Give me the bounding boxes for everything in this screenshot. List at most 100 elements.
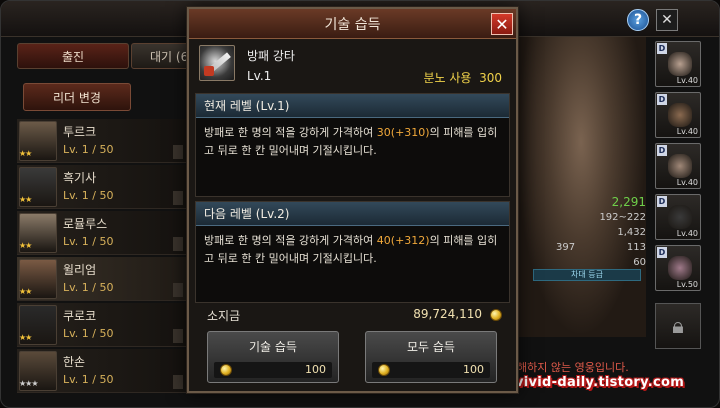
hero-stars: ★★ bbox=[19, 149, 32, 158]
hero-slot bbox=[173, 145, 183, 159]
equipment-slot[interactable]: D Lv.50 bbox=[655, 245, 701, 291]
close-icon: ✕ bbox=[495, 14, 509, 34]
stat-def-right: 113 bbox=[626, 242, 646, 253]
hero-stars: ★★ bbox=[19, 241, 32, 250]
hero-name: 흑기사 bbox=[63, 171, 97, 185]
gold-coin-icon bbox=[490, 309, 502, 321]
equipment-icon bbox=[668, 154, 692, 178]
hero-stars: ★★ bbox=[19, 195, 32, 204]
help-button[interactable]: ? bbox=[627, 9, 649, 31]
equipment-slot[interactable]: D Lv.40 bbox=[655, 92, 701, 138]
hero-slot bbox=[173, 329, 183, 343]
equipment-slot[interactable]: D Lv.40 bbox=[655, 143, 701, 189]
tab-sortie[interactable]: 출진 bbox=[17, 43, 129, 69]
rage-label: 분노 사용 bbox=[423, 71, 472, 85]
gold-label: 소지금 bbox=[207, 309, 241, 323]
notice-text: 해하지 않는 영웅입니다. bbox=[517, 361, 629, 374]
watermark: vivid-daily.tistory.com bbox=[515, 375, 685, 390]
hero-name: 투르크 bbox=[63, 125, 97, 139]
next-level-section: 다음 레벨 (Lv.2) 방패로 한 명의 적을 강하게 가격하여 40(+31… bbox=[195, 201, 510, 303]
hero-name: 윌리엄 bbox=[63, 263, 97, 277]
tab-wait[interactable]: 대기 (6 bbox=[131, 43, 193, 69]
dialog-title: 기술 습득 bbox=[189, 9, 516, 39]
desc-damage: 30(+310) bbox=[376, 126, 430, 139]
stat-attack: 192~222 bbox=[599, 212, 646, 223]
hero-list-item[interactable]: ★★ 투르크 Lv. 1 / 50 bbox=[17, 119, 189, 163]
hero-level: Lv. 1 / 50 bbox=[63, 373, 114, 386]
grade-bar: 차대 등급 bbox=[533, 269, 641, 281]
hero-name: 쿠로코 bbox=[63, 309, 97, 323]
skill-learn-dialog: 기술 습득 ✕ 방패 강타 Lv.1 분노 사용 300 현재 레벨 (Lv.1… bbox=[187, 7, 518, 393]
stat-def-left: 397 bbox=[556, 242, 576, 253]
hero-level: Lv. 1 / 50 bbox=[63, 189, 114, 202]
hero-level: Lv. 1 / 50 bbox=[63, 235, 114, 248]
hero-list-item[interactable]: ★★★ 한손 Lv. 1 / 50 bbox=[17, 349, 189, 393]
hero-stars: ★★ bbox=[19, 287, 32, 296]
equipment-icon bbox=[668, 103, 692, 127]
current-level-section: 현재 레벨 (Lv.1) 방패로 한 명의 적을 강하게 가격하여 30(+31… bbox=[195, 93, 510, 197]
current-level-header: 현재 레벨 (Lv.1) bbox=[196, 94, 509, 118]
desc-text: 방패로 한 명의 적을 강하게 가격하여 bbox=[204, 234, 377, 247]
hero-name: 한손 bbox=[63, 355, 86, 369]
hero-list-item[interactable]: ★★ 로뮬루스 Lv. 1 / 50 bbox=[17, 211, 189, 255]
stat-hp: 1,432 bbox=[617, 227, 646, 238]
desc-text: 방패로 한 명의 적을 강하게 가격하여 bbox=[204, 126, 377, 139]
shield-bash-skill-icon bbox=[199, 45, 235, 81]
hero-name: 로뮬루스 bbox=[63, 217, 108, 231]
lock-icon: 🔒︎ bbox=[672, 313, 684, 339]
learn-skill-label: 기술 습득 bbox=[249, 340, 297, 354]
hero-level: Lv. 1 / 50 bbox=[63, 327, 114, 340]
hero-slot bbox=[173, 237, 183, 251]
screen-close-button[interactable]: ✕ bbox=[656, 9, 678, 31]
learn-skill-button[interactable]: 기술 습득 100 bbox=[207, 331, 339, 383]
help-icon: ? bbox=[633, 12, 643, 28]
equipment-icon bbox=[668, 52, 692, 76]
desc-damage: 40(+312) bbox=[376, 234, 430, 247]
hero-list-item[interactable]: ★★ 쿠로코 Lv. 1 / 50 bbox=[17, 303, 189, 347]
next-level-header: 다음 레벨 (Lv.2) bbox=[196, 202, 509, 226]
hero-stars: ★★ bbox=[19, 333, 32, 342]
grade-badge: D bbox=[657, 247, 667, 258]
hero-slot bbox=[173, 283, 183, 297]
equipment-level: Lv.40 bbox=[676, 178, 698, 187]
equipment-slot[interactable]: D Lv.40 bbox=[655, 194, 701, 240]
equipment-slot[interactable]: D Lv.40 bbox=[655, 41, 701, 87]
stat-speed: 60 bbox=[633, 257, 646, 268]
hero-list-item[interactable]: ★★ 흑기사 Lv. 1 / 50 bbox=[17, 165, 189, 209]
equipment-level: Lv.40 bbox=[676, 76, 698, 85]
gold-coin-icon bbox=[220, 364, 232, 376]
dialog-close-button[interactable]: ✕ bbox=[491, 13, 513, 35]
current-level-description: 방패로 한 명의 적을 강하게 가격하여 30(+310)의 피해를 입히고 뒤… bbox=[196, 118, 509, 166]
grade-badge: D bbox=[657, 43, 667, 54]
hero-level: Lv. 1 / 50 bbox=[63, 143, 114, 156]
gold-coin-icon bbox=[378, 364, 390, 376]
game-screen: ? ✕ 출진 대기 (6 리더 변경 ★★ 투르크 Lv. 1 / 50 ★★ 흑기사 L… bbox=[0, 0, 720, 408]
gold-amount: 89,724,110 bbox=[413, 307, 482, 321]
hero-stats: 2,291 192~222 1,432 397 113 60 bbox=[556, 195, 646, 270]
grade-badge: D bbox=[657, 196, 667, 207]
rage-value: 300 bbox=[479, 71, 502, 85]
shield-shape bbox=[204, 66, 214, 76]
hero-slot bbox=[173, 191, 183, 205]
leader-change-button[interactable]: 리더 변경 bbox=[23, 83, 131, 111]
equipment-level: Lv.50 bbox=[676, 280, 698, 289]
equipment-column: D Lv.40 D Lv.40 D Lv.40 D Lv.40 D Lv.50 bbox=[655, 41, 705, 296]
stat-power: 2,291 bbox=[611, 195, 646, 209]
equipment-icon bbox=[668, 205, 692, 229]
hero-slot bbox=[173, 375, 183, 389]
skill-name: 방패 강타 bbox=[247, 49, 295, 63]
equipment-icon bbox=[668, 256, 692, 280]
hero-list: ★★ 투르크 Lv. 1 / 50 ★★ 흑기사 Lv. 1 / 50 ★★ 로뮬루스 Lv. … bbox=[17, 119, 189, 395]
close-icon: ✕ bbox=[661, 12, 673, 28]
learn-skill-cost: 100 bbox=[214, 362, 332, 378]
next-level-description: 방패로 한 명의 적을 강하게 가격하여 40(+312)의 피해를 입히고 뒤… bbox=[196, 226, 509, 274]
hero-list-item[interactable]: ★★ 윌리엄 Lv. 1 / 50 bbox=[17, 257, 189, 301]
skill-level: Lv.1 bbox=[247, 69, 272, 83]
locked-slot[interactable]: 🔒︎ bbox=[655, 303, 701, 349]
hero-portrait-art bbox=[516, 37, 646, 337]
equipment-level: Lv.40 bbox=[676, 127, 698, 136]
learn-all-label: 모두 습득 bbox=[407, 340, 455, 354]
equipment-level: Lv.40 bbox=[676, 229, 698, 238]
hero-stars: ★★★ bbox=[19, 379, 38, 388]
learn-all-button[interactable]: 모두 습득 100 bbox=[365, 331, 497, 383]
